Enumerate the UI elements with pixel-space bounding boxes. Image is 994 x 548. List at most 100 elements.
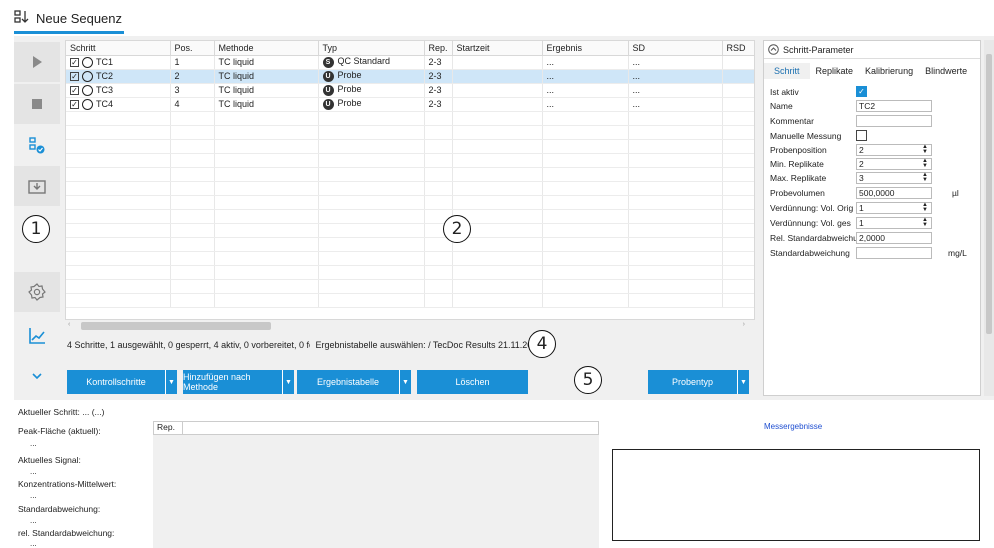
scroll-left-icon[interactable]: ‹	[68, 321, 70, 328]
tab-blindwerte[interactable]: Blindwerte	[919, 63, 973, 79]
row-checkbox[interactable]: ✓	[70, 57, 79, 67]
empty-cell	[214, 195, 319, 210]
column-header[interactable]: RSD	[722, 41, 754, 56]
status-circle-icon	[82, 56, 93, 68]
active-checkbox[interactable]: ✓	[856, 86, 867, 97]
tab-neue-sequenz[interactable]: Neue Sequenz	[14, 8, 125, 34]
marker-2: 2	[443, 215, 471, 243]
delete-button[interactable]: Löschen	[417, 370, 528, 394]
rsd-label: Rel. Standardabweichung	[770, 232, 856, 243]
empty-cell	[722, 293, 754, 308]
empty-cell	[722, 167, 754, 182]
empty-cell	[214, 167, 319, 182]
replicate-area	[153, 421, 599, 548]
empty-cell	[722, 223, 754, 238]
check-steps-button[interactable]	[14, 126, 60, 166]
empty-cell	[170, 195, 215, 210]
table-row[interactable]: ✓ TC1 1 TC liquid S QC Standard 2-3 ... ..…	[66, 55, 754, 70]
row-checkbox[interactable]: ✓	[70, 71, 79, 81]
control-steps-button[interactable]: Kontrollschritte	[67, 370, 165, 394]
vertical-scrollbar[interactable]	[984, 40, 994, 396]
horizontal-scrollbar[interactable]: ‹ ›	[65, 320, 755, 332]
row-checkbox[interactable]: ✓	[70, 99, 79, 109]
panel-header[interactable]: Schritt-Parameter	[764, 41, 980, 59]
dil-total-stepper[interactable]: 1 ▲ ▼	[856, 216, 932, 229]
empty-cell	[542, 167, 629, 182]
scrollbar-thumb[interactable]	[81, 322, 271, 330]
column-header[interactable]: Pos.	[170, 41, 215, 56]
sample-type-dropdown[interactable]: ▼	[737, 370, 749, 394]
control-steps-dropdown[interactable]: ▼	[165, 370, 177, 394]
sd-field[interactable]	[856, 246, 932, 259]
column-header[interactable]: Startzeit	[452, 41, 543, 56]
empty-cell	[170, 167, 215, 182]
table-row[interactable]: ✓ TC4 4 TC liquid U Probe 2-3 ... ...	[66, 97, 754, 112]
manual-label: Manuelle Messung	[770, 130, 842, 141]
sequence-icon	[14, 9, 30, 28]
empty-cell	[214, 153, 319, 168]
result-table-dropdown[interactable]: ▼	[399, 370, 411, 394]
load-tray-button[interactable]	[14, 166, 60, 206]
column-header[interactable]: Typ	[318, 41, 425, 56]
play-button[interactable]	[14, 42, 60, 82]
empty-cell	[424, 195, 453, 210]
position-stepper[interactable]: 2 ▲ ▼	[856, 143, 932, 156]
conc-mean-label: Konzentrations-Mittelwert:	[18, 479, 117, 489]
spinner-icon[interactable]: ▲ ▼	[922, 144, 928, 155]
row-active: Ist aktiv ✓	[770, 85, 978, 98]
collapse-icon[interactable]	[768, 44, 779, 55]
add-by-method-dropdown[interactable]: ▼	[282, 370, 294, 394]
spinner-icon[interactable]: ▲ ▼	[922, 202, 928, 213]
type-cell: U Probe	[318, 69, 425, 84]
min-rep-stepper[interactable]: 2 ▲ ▼	[856, 157, 932, 170]
manual-checkbox[interactable]	[856, 130, 867, 141]
column-header[interactable]: Ergebnis	[542, 41, 629, 56]
spinner-icon[interactable]: ▲ ▼	[922, 158, 928, 169]
chart-button[interactable]	[14, 316, 60, 356]
scrollbar-thumb[interactable]	[986, 54, 992, 334]
spinner-icon[interactable]: ▲ ▼	[922, 172, 928, 183]
empty-cell	[170, 293, 215, 308]
column-header[interactable]: Rep.	[424, 41, 453, 56]
empty-cell	[452, 111, 543, 126]
add-by-method-button[interactable]: Hinzufügen nach Methode	[183, 370, 282, 394]
tab-schritt[interactable]: Schritt	[764, 63, 810, 79]
empty-cell	[170, 139, 215, 154]
empty-cell	[66, 167, 171, 182]
rep-column-header[interactable]: Rep.	[153, 421, 183, 435]
empty-cell	[628, 279, 723, 294]
empty-cell	[542, 111, 629, 126]
spinner-icon[interactable]: ▲ ▼	[922, 217, 928, 228]
tab-kalibrierung[interactable]: Kalibrierung	[859, 63, 919, 79]
column-header[interactable]: SD	[628, 41, 723, 56]
sample-type-button[interactable]: Probentyp	[648, 370, 737, 394]
rsd-field[interactable]: 2,0000	[856, 231, 932, 244]
comment-field[interactable]	[856, 114, 932, 127]
column-header[interactable]: Schritt	[66, 41, 171, 56]
active-label: Ist aktiv	[770, 86, 799, 97]
row-volume: Probevolumen 500,0000 µl	[770, 186, 978, 199]
settings-button[interactable]	[14, 272, 60, 312]
result-table-select[interactable]: Ergebnistabelle auswählen: / TecDoc Resu…	[316, 340, 543, 350]
empty-cell	[628, 251, 723, 266]
max-rep-stepper[interactable]: 3 ▲ ▼	[856, 171, 932, 184]
name-field[interactable]: TC2	[856, 99, 932, 112]
column-header[interactable]: Methode	[214, 41, 319, 56]
scroll-right-icon[interactable]: ›	[743, 321, 745, 328]
empty-cell	[722, 237, 754, 252]
stop-button[interactable]	[14, 84, 60, 124]
table-row-selected[interactable]: ✓ TC2 2 TC liquid U Probe 2-3 ... ...	[66, 69, 754, 84]
empty-cell	[66, 111, 171, 126]
result-table-button[interactable]: Ergebnistabelle	[297, 370, 399, 394]
table-row[interactable]: ✓ TC3 3 TC liquid U Probe 2-3 ... ...	[66, 83, 754, 98]
status-circle-icon	[82, 84, 93, 96]
tab-replikate[interactable]: Replikate	[810, 63, 860, 79]
volume-field[interactable]: 500,0000	[856, 186, 932, 199]
empty-cell	[214, 125, 319, 140]
empty-cell	[170, 279, 215, 294]
dil-orig-stepper[interactable]: 1 ▲ ▼	[856, 201, 932, 214]
expand-button[interactable]	[14, 356, 60, 396]
row-checkbox[interactable]: ✓	[70, 85, 79, 95]
empty-cell	[722, 181, 754, 196]
marker-1: 1	[22, 215, 50, 243]
